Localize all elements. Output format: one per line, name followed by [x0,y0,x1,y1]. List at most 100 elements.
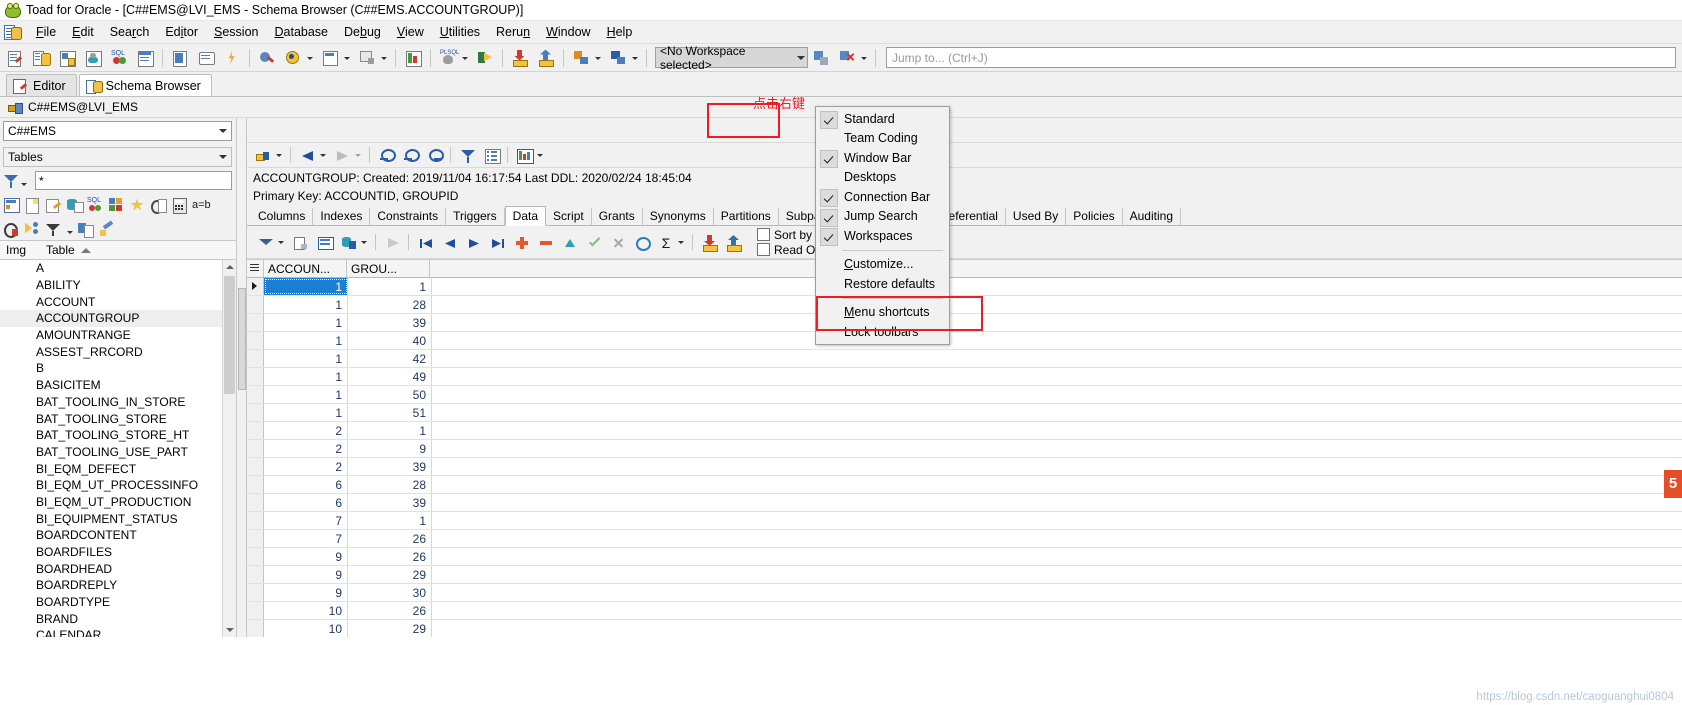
copy-data-icon[interactable] [77,221,95,238]
data-grid-cell[interactable]: 7 [264,530,348,547]
row-indicator[interactable] [247,278,264,295]
detail-tab-columns[interactable]: Columns [251,208,314,225]
menu-database[interactable]: Database [266,22,336,42]
data-grid-cell[interactable]: 30 [348,584,432,601]
connection-dropdown-icon[interactable] [275,144,284,166]
favorites-star-icon[interactable] [129,197,147,214]
explain-plan-icon[interactable] [255,46,279,70]
calculate-dropdown-icon[interactable] [677,231,686,253]
search-objects-icon[interactable] [281,46,305,70]
data-grid-cell[interactable]: 9 [264,566,348,583]
data-grid-cell[interactable]: 26 [348,602,432,619]
table-list-item[interactable]: BOARDREPLY [0,577,236,594]
data-grid-row[interactable]: 1 51 [247,404,1682,422]
row-indicator[interactable] [247,584,264,601]
table-list-item[interactable]: BAT_TOOLING_USE_PART [0,444,236,461]
menu-help[interactable]: Help [599,22,641,42]
describe-dropdown-icon[interactable] [343,47,352,69]
row-indicator[interactable] [247,422,264,439]
data-grid-cell[interactable]: 1 [348,512,432,529]
context-menu-item-team-coding[interactable]: Team Coding [816,129,949,149]
scrollbar-thumb[interactable] [224,276,235,394]
table-list-item[interactable]: CALENDAR [0,627,236,637]
table-list-item[interactable]: ABILITY [0,277,236,294]
data-grid-row[interactable]: 1 50 [247,386,1682,404]
data-grid-cell[interactable]: 10 [264,602,348,619]
data-grid-cell[interactable]: 7 [264,512,348,529]
table-list-item[interactable]: BAT_TOOLING_STORE [0,410,236,427]
data-grid-cell[interactable]: 9 [348,440,432,457]
table-list-scrollbar[interactable] [222,260,236,637]
data-grid-cell[interactable]: 9 [264,548,348,565]
workspace-dropdown-icon[interactable] [860,47,869,69]
cancel-edit-icon[interactable] [606,231,628,253]
post-edit-icon[interactable] [582,231,604,253]
data-grid-row[interactable]: 1 42 [247,350,1682,368]
detail-tab-auditing[interactable]: Auditing [1123,208,1181,225]
data-grid-cell[interactable]: 28 [348,296,432,313]
filter-dropdown-icon[interactable] [277,231,286,253]
table-list-item[interactable]: ASSEST_RRCORD [0,343,236,360]
table-list-item[interactable]: BOARDTYPE [0,594,236,611]
data-grid-row[interactable]: 10 29 [247,620,1682,637]
context-menu-item-jump-search[interactable]: Jump Search [816,207,949,227]
data-grid-cell[interactable]: 1 [264,386,348,403]
row-indicator[interactable] [247,368,264,385]
row-indicator[interactable] [247,404,264,421]
data-grid-cell[interactable]: 26 [348,530,432,547]
window-list-dropdown-icon[interactable] [380,47,389,69]
refresh-icon[interactable] [375,144,397,166]
forward-dropdown-icon[interactable] [354,144,363,166]
data-grid-cell[interactable]: 50 [348,386,432,403]
detail-tab-partitions[interactable]: Partitions [714,208,779,225]
data-grid-row[interactable]: 1 39 [247,314,1682,332]
calculator-icon[interactable] [171,197,189,214]
data-grid-cell[interactable]: 2 [264,440,348,457]
row-indicator[interactable] [247,314,264,331]
menu-debug[interactable]: Debug [336,22,389,42]
table-list-item[interactable]: BAT_TOOLING_IN_STORE [0,394,236,411]
table-list-item[interactable]: BI_EQM_UT_PROCESSINFO [0,477,236,494]
edit-record-icon[interactable] [558,231,580,253]
menu-rerun[interactable]: Rerun [488,22,538,42]
tab-schema-browser[interactable]: Schema Browser [78,74,212,96]
table-list-item[interactable]: AMOUNTRANGE [0,327,236,344]
export-icon[interactable] [698,231,720,253]
data-grid-cell[interactable]: 2 [264,458,348,475]
table-list-item[interactable]: ACCOUNTGROUP [0,310,236,327]
menu-editor[interactable]: Editor [157,22,206,42]
commit-icon[interactable] [569,46,593,70]
data-grid-cell[interactable]: 28 [348,476,432,493]
grid-column-header-groupid[interactable]: GROU... [347,260,430,277]
data-grid-row[interactable]: 6 39 [247,494,1682,512]
row-indicator[interactable] [247,386,264,403]
data-grid-cell[interactable]: 2 [264,422,348,439]
window-list-icon[interactable] [355,46,379,70]
data-grid-row[interactable]: 9 29 [247,566,1682,584]
row-indicator[interactable] [247,440,264,457]
filter-dropdown-icon[interactable] [66,221,75,238]
menu-session[interactable]: Session [206,22,266,42]
context-menu-item-lock-toolbars[interactable]: Lock toolbars [816,322,949,342]
drop-table-icon[interactable] [3,221,21,238]
jump-to-input[interactable]: Jump to... (Ctrl+J) [886,47,1676,68]
row-indicator[interactable] [247,476,264,493]
detail-tab-data[interactable]: Data [504,206,547,226]
rollback-dropdown-icon[interactable] [631,47,640,69]
object-type-combo[interactable]: Tables [3,147,232,167]
read-only-checkbox[interactable] [757,243,770,256]
import-icon[interactable] [722,231,744,253]
new-table-icon[interactable] [3,197,21,214]
data-grid-row[interactable]: 10 26 [247,602,1682,620]
context-menu-item-connection-bar[interactable]: Connection Bar [816,187,949,207]
detail-tab-grants[interactable]: Grants [592,208,643,225]
data-grid-cell[interactable]: 1 [264,314,348,331]
detail-tab-used-by[interactable]: Used By [1006,208,1067,225]
sort-dropdown-icon[interactable] [360,231,369,253]
splitter-grip[interactable] [238,288,246,390]
data-grid-cell[interactable]: 9 [264,584,348,601]
data-grid-cell[interactable]: 1 [264,350,348,367]
scroll-down-icon[interactable] [223,623,236,637]
calculate-icon[interactable]: Σ [654,231,676,253]
refresh-one-icon[interactable] [399,144,421,166]
